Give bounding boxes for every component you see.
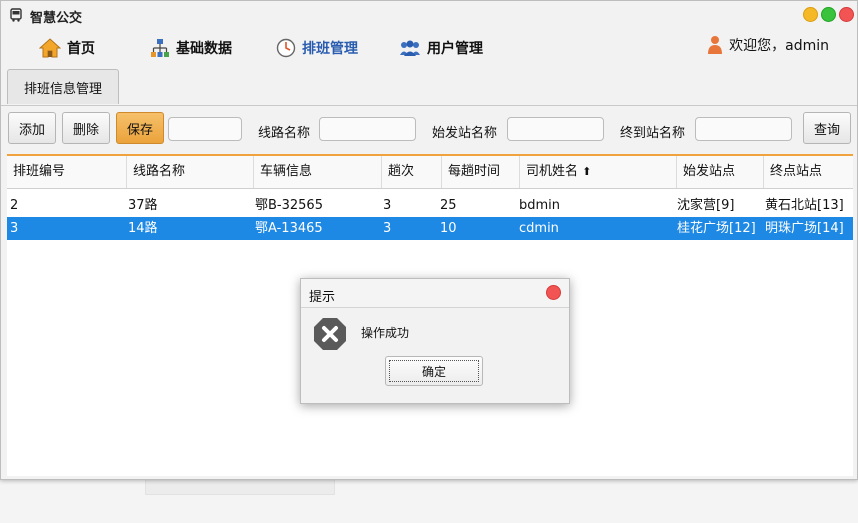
tab-schedule-info-label: 排班信息管理 bbox=[23, 81, 102, 97]
cell-time-per-trip: 25 bbox=[440, 198, 457, 213]
cell-schedule-id: 2 bbox=[10, 198, 19, 213]
cell-end-station: 黄石北站[13] bbox=[765, 198, 844, 213]
error-x-icon bbox=[314, 318, 346, 350]
cell-time-per-trip: 10 bbox=[440, 221, 457, 236]
title-bar: 智慧公交 bbox=[1, 1, 857, 29]
table-row-selected[interactable]: 3 14路 鄂A-13465 3 10 cdmin 桂花广场[12] 明珠广场[… bbox=[7, 217, 853, 240]
cell-line-name: 37路 bbox=[128, 198, 158, 213]
cell-driver-name: cdmin bbox=[519, 221, 559, 236]
cell-start-station: 沈家营[9] bbox=[677, 198, 735, 213]
maximize-button[interactable] bbox=[821, 7, 836, 22]
save-button[interactable]: 保存 bbox=[116, 112, 164, 144]
cell-line-name: 14路 bbox=[128, 221, 158, 236]
dialog-message: 操作成功 bbox=[361, 326, 410, 340]
end-station-input[interactable] bbox=[695, 117, 792, 141]
cell-vehicle-info: 鄂B-32565 bbox=[255, 198, 323, 213]
clock-icon bbox=[276, 38, 296, 58]
user-greeting: 欢迎您，admin bbox=[707, 35, 829, 55]
main-nav: 首页 基础数据 排班管理 用户管理 欢迎您，admin bbox=[1, 29, 857, 67]
column-header-driver-name[interactable]: 司机姓名 ⬆ bbox=[519, 156, 676, 188]
end-station-label: 终到站名称 bbox=[620, 126, 686, 141]
column-header-time-per-trip[interactable]: 每趟时间 bbox=[441, 156, 519, 188]
nav-item-home-label: 首页 bbox=[67, 41, 95, 57]
nav-item-home[interactable]: 首页 bbox=[39, 37, 95, 59]
nav-item-schedule[interactable]: 排班管理 bbox=[276, 37, 358, 59]
cell-start-station: 桂花广场[12] bbox=[677, 221, 756, 236]
dialog-header: 提示 bbox=[301, 279, 569, 308]
dialog-title: 提示 bbox=[309, 290, 336, 305]
toolbar: 添加 删除 保存 线路名称 始发站名称 终到站名称 查询 bbox=[1, 105, 857, 153]
keyword-input[interactable] bbox=[168, 117, 242, 141]
tab-schedule-info[interactable]: 排班信息管理 bbox=[7, 69, 119, 104]
cell-schedule-id: 3 bbox=[10, 221, 19, 236]
sort-asc-icon: ⬆ bbox=[582, 165, 592, 178]
column-header-end-station[interactable]: 终点站点 bbox=[763, 156, 853, 188]
column-header-line-name[interactable]: 线路名称 bbox=[126, 156, 253, 188]
column-header-start-station[interactable]: 始发站点 bbox=[676, 156, 763, 188]
home-icon bbox=[39, 38, 61, 58]
cell-trips: 3 bbox=[383, 221, 392, 236]
query-button[interactable]: 查询 bbox=[803, 112, 851, 144]
delete-button[interactable]: 删除 bbox=[62, 112, 110, 144]
dialog-close-button[interactable] bbox=[546, 285, 561, 300]
app-title: 智慧公交 bbox=[30, 11, 83, 26]
close-window-button[interactable] bbox=[839, 7, 854, 22]
dialog-ok-button[interactable]: 确定 bbox=[385, 356, 483, 386]
start-station-label: 始发站名称 bbox=[432, 126, 498, 141]
main-window: 智慧公交 首页 基础数据 排班管理 用户管理 欢迎您，admin 排班信息管理 … bbox=[0, 0, 858, 480]
cell-end-station: 明珠广场[14] bbox=[765, 221, 844, 236]
nav-item-users[interactable]: 用户管理 bbox=[399, 37, 483, 59]
column-header-trips[interactable]: 趟次 bbox=[381, 156, 441, 188]
dialog-ok-label: 确定 bbox=[389, 360, 479, 382]
bus-icon bbox=[10, 8, 22, 22]
nav-item-basic-data-label: 基础数据 bbox=[176, 41, 232, 57]
minimize-button[interactable] bbox=[803, 7, 818, 22]
cell-driver-name: bdmin bbox=[519, 198, 561, 213]
column-header-vehicle-info[interactable]: 车辆信息 bbox=[253, 156, 381, 188]
hierarchy-icon bbox=[151, 39, 169, 57]
user-avatar-icon bbox=[708, 36, 723, 54]
add-button[interactable]: 添加 bbox=[8, 112, 56, 144]
users-icon bbox=[400, 40, 420, 56]
cell-vehicle-info: 鄂A-13465 bbox=[255, 221, 323, 236]
nav-item-schedule-label: 排班管理 bbox=[302, 41, 358, 57]
driver-name-header-label: 司机姓名 bbox=[526, 164, 579, 179]
nav-item-users-label: 用户管理 bbox=[427, 41, 483, 57]
line-name-label: 线路名称 bbox=[258, 126, 311, 141]
cell-trips: 3 bbox=[383, 198, 392, 213]
table-row[interactable]: 2 37路 鄂B-32565 3 25 bdmin 沈家营[9] 黄石北站[13… bbox=[7, 194, 853, 217]
column-header-schedule-id[interactable]: 排班编号 bbox=[7, 156, 126, 188]
nav-item-basic-data[interactable]: 基础数据 bbox=[150, 37, 232, 59]
success-dialog: 提示 操作成功 确定 bbox=[300, 278, 570, 404]
tab-bar: 排班信息管理 bbox=[1, 67, 857, 106]
line-name-input[interactable] bbox=[319, 117, 416, 141]
start-station-input[interactable] bbox=[507, 117, 604, 141]
user-greeting-text: 欢迎您，admin bbox=[729, 38, 829, 54]
table-header: 排班编号 线路名称 车辆信息 趟次 每趟时间 司机姓名 ⬆ 始发站点 终点站点 bbox=[7, 156, 853, 189]
